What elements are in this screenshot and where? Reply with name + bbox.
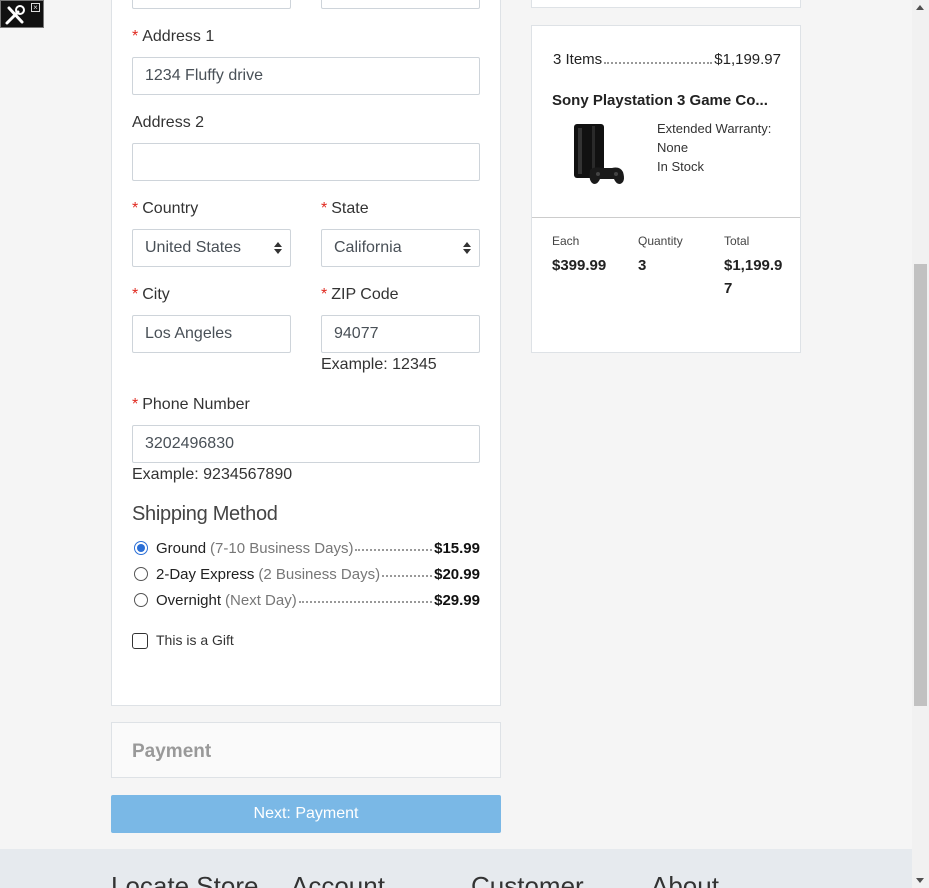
- summary-header-card: [531, 0, 801, 8]
- scroll-up-icon[interactable]: [916, 5, 924, 10]
- zip-input[interactable]: 94077: [321, 315, 480, 353]
- site-footer: Locate Store Account Customer About: [0, 849, 912, 888]
- shipping-option-name: Ground: [156, 539, 207, 557]
- summary-divider: [532, 217, 800, 218]
- country-label: * Country: [132, 200, 199, 217]
- city-input[interactable]: Los Angeles: [132, 315, 291, 353]
- items-count: 3 Items: [553, 51, 603, 68]
- footer-locate-store[interactable]: Locate Store: [111, 871, 258, 888]
- shipping-option-detail: (7-10 Business Days): [210, 539, 354, 557]
- shipping-option-name: 2-Day Express: [156, 565, 255, 583]
- vertical-scrollbar[interactable]: [912, 0, 929, 888]
- phone-input[interactable]: 3202496830: [132, 425, 480, 463]
- dot-leader: [298, 593, 433, 603]
- state-select[interactable]: California: [321, 229, 480, 267]
- warranty-text: Extended Warranty: None: [657, 121, 772, 155]
- each-label: Each: [552, 234, 580, 248]
- footer-customer[interactable]: Customer: [471, 871, 584, 888]
- dot-leader: [355, 541, 433, 551]
- gift-checkbox[interactable]: [132, 633, 148, 649]
- address2-label: Address 2: [132, 114, 205, 131]
- shipping-option-price: $15.99: [434, 539, 480, 557]
- shipping-option-ground[interactable]: Ground (7-10 Business Days) $15.99: [134, 538, 480, 558]
- radio-button[interactable]: [134, 593, 148, 607]
- product-name[interactable]: Sony Playstation 3 Game Co...: [552, 92, 782, 109]
- footer-about[interactable]: About: [651, 871, 719, 888]
- total-label: Total: [724, 234, 750, 248]
- quantity-column: Quantity 3: [638, 234, 698, 277]
- quantity-label: Quantity: [638, 234, 683, 248]
- address1-input[interactable]: 1234 Fluffy drive: [132, 57, 480, 95]
- shipping-option-2day[interactable]: 2-Day Express (2 Business Days) $20.99: [134, 564, 480, 584]
- each-column: Each $399.99: [552, 234, 612, 277]
- dot-leader: [382, 567, 433, 577]
- zip-hint: Example: 12345: [321, 356, 437, 373]
- total-value: $1,199.97: [724, 257, 783, 297]
- shipping-option-overnight[interactable]: Overnight (Next Day) $29.99: [134, 590, 480, 610]
- country-select[interactable]: United States: [132, 229, 291, 267]
- select-caret-icon: [463, 242, 471, 254]
- shipping-option-name: Overnight: [156, 591, 222, 609]
- radio-button[interactable]: [134, 541, 148, 555]
- shipping-method-title: Shipping Method: [132, 503, 278, 525]
- footer-account[interactable]: Account: [291, 871, 385, 888]
- scroll-thumb[interactable]: [914, 264, 927, 706]
- shipping-option-price: $20.99: [434, 565, 480, 583]
- city-label: * City: [132, 286, 170, 303]
- quantity-value: 3: [638, 257, 647, 274]
- shipping-option-detail: (Next Day): [225, 591, 297, 609]
- shipping-option-detail: (2 Business Days): [258, 565, 381, 583]
- stock-status: In Stock: [657, 159, 704, 174]
- each-value: $399.99: [552, 257, 607, 274]
- radio-button[interactable]: [134, 567, 148, 581]
- address1-label: * Address 1: [132, 28, 215, 45]
- zip-label: * ZIP Code: [321, 286, 399, 303]
- address2-input[interactable]: [132, 143, 480, 181]
- state-value: California: [334, 239, 402, 256]
- close-icon[interactable]: ×: [31, 3, 40, 12]
- items-total: $1,199.97: [714, 51, 781, 68]
- last-name-field[interactable]: [321, 0, 480, 9]
- payment-title: Payment: [132, 741, 212, 762]
- next-payment-button[interactable]: Next: Payment: [111, 795, 501, 833]
- phone-hint: Example: 9234567890: [132, 466, 293, 483]
- product-meta: Extended Warranty: None In Stock: [657, 119, 787, 176]
- items-summary-row: 3 Items $1,199.97: [553, 51, 781, 68]
- scroll-down-icon[interactable]: [916, 878, 924, 883]
- phone-label: * Phone Number: [132, 396, 250, 413]
- first-name-field[interactable]: [132, 0, 291, 9]
- product-image[interactable]: [568, 122, 628, 188]
- tools-icon: [5, 5, 25, 25]
- shipping-option-price: $29.99: [434, 591, 480, 609]
- select-caret-icon: [274, 242, 282, 254]
- state-label: * State: [321, 200, 369, 217]
- total-column: Total $1,199.97: [724, 234, 784, 300]
- country-value: United States: [145, 239, 242, 256]
- devtools-badge[interactable]: ×: [0, 0, 44, 28]
- order-summary-card: 3 Items $1,199.97 Sony Playstation 3 Gam…: [531, 25, 801, 353]
- payment-section[interactable]: Payment: [111, 722, 501, 778]
- gift-label[interactable]: This is a Gift: [156, 632, 234, 648]
- dot-leader: [604, 56, 713, 64]
